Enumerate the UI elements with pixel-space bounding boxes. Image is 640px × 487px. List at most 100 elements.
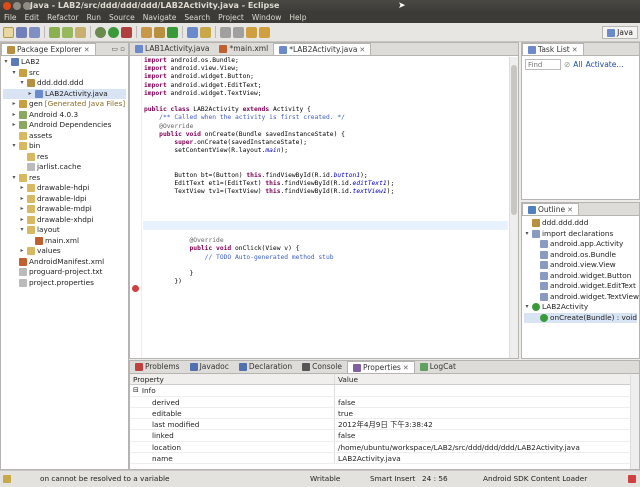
properties-scrollbar[interactable] — [630, 375, 639, 469]
scrollbar-thumb[interactable] — [511, 65, 517, 215]
new-class-icon[interactable] — [167, 26, 178, 38]
expanded-arrow-icon[interactable]: ▾ — [3, 57, 9, 68]
menu-edit[interactable]: Edit — [25, 12, 40, 23]
forward-icon[interactable] — [259, 26, 270, 38]
new-icon[interactable] — [3, 26, 14, 38]
outline-item[interactable]: android.widget.Button — [524, 271, 637, 282]
expanded-arrow-icon[interactable]: ▾ — [19, 225, 25, 236]
tree-item[interactable]: ▾ LAB2 — [3, 57, 126, 68]
code-area[interactable]: import android.os.Bundle; import android.… — [144, 57, 508, 358]
external-tools-icon[interactable] — [121, 26, 132, 38]
search-icon[interactable] — [200, 26, 211, 38]
expanded-arrow-icon[interactable]: ▾ — [11, 141, 17, 152]
task-find-input[interactable] — [525, 59, 561, 70]
minimize-window-button[interactable] — [13, 2, 21, 10]
menu-project[interactable]: Project — [218, 12, 244, 23]
close-window-button[interactable] — [3, 2, 11, 10]
editor-scrollbar[interactable] — [509, 57, 518, 358]
collapsed-arrow-icon[interactable]: ▸ — [27, 89, 33, 100]
tree-item[interactable]: AndroidManifest.xml — [3, 257, 126, 268]
property-row[interactable]: linked false — [130, 430, 639, 442]
menu-source[interactable]: Source — [109, 12, 135, 23]
android-sdk-icon[interactable] — [49, 26, 60, 38]
close-icon[interactable]: ✕ — [84, 45, 90, 55]
collapsed-arrow-icon[interactable]: ▸ — [11, 120, 17, 131]
outline-item[interactable]: onCreate(Bundle) : void — [524, 312, 637, 323]
collapsed-arrow-icon[interactable]: ▸ — [19, 204, 25, 215]
lint-icon[interactable] — [75, 26, 86, 38]
outline-item[interactable]: android.widget.EditText — [524, 281, 637, 292]
property-row[interactable]: name LAB2Activity.java — [130, 453, 639, 465]
view-menu-icon[interactable]: ▭ ▫ — [111, 45, 128, 53]
tree-item[interactable]: ▸ drawable-xhdpi — [3, 215, 126, 226]
tree-item[interactable]: ▸ drawable-hdpi — [3, 183, 126, 194]
tab-problems[interactable]: Problems — [130, 361, 185, 373]
expanded-arrow-icon[interactable]: ▾ — [11, 173, 17, 184]
outline-item[interactable]: android.view.View — [524, 260, 637, 271]
tree-item[interactable]: ▸ gen [Generated Java Files] — [3, 99, 126, 110]
menu-search[interactable]: Search — [184, 12, 210, 23]
outline-item[interactable]: ▾ import declarations — [524, 229, 637, 240]
tab-properties[interactable]: Properties ✕ — [346, 361, 415, 373]
run-icon[interactable] — [108, 26, 119, 38]
tab-package-explorer[interactable]: Package Explorer ✕ — [1, 43, 96, 55]
save-icon[interactable] — [16, 26, 27, 38]
outline-item[interactable]: android.os.Bundle — [524, 250, 637, 261]
new-package-icon[interactable] — [154, 26, 165, 38]
back-icon[interactable] — [246, 26, 257, 38]
tree-item[interactable]: jarlist.cache — [3, 162, 126, 173]
tree-item[interactable]: ▾ bin — [3, 141, 126, 152]
close-icon[interactable]: ✕ — [567, 205, 573, 215]
tree-item[interactable]: project.properties — [3, 278, 126, 289]
tree-item[interactable]: assets — [3, 131, 126, 142]
menu-refactor[interactable]: Refactor — [47, 12, 78, 23]
close-icon[interactable]: ✕ — [403, 363, 409, 373]
menu-run[interactable]: Run — [87, 12, 101, 23]
editor-tab[interactable]: LAB1Activity.java — [130, 43, 214, 55]
tab-javadoc[interactable]: Javadoc — [185, 361, 234, 373]
editor-tab[interactable]: *main.xml — [214, 43, 273, 55]
outline-item[interactable]: android.app.Activity — [524, 239, 637, 250]
property-row[interactable]: editable true — [130, 407, 639, 420]
outline-item[interactable]: ▾ LAB2Activity — [524, 302, 637, 313]
tree-item[interactable]: ▾ ddd.ddd.ddd — [3, 78, 126, 89]
tree-item[interactable]: ▸ Android Dependencies — [3, 120, 126, 131]
tree-item[interactable]: main.xml — [3, 236, 126, 247]
editor-tab[interactable]: *LAB2Activity.java ✕ — [273, 43, 372, 55]
tab-outline[interactable]: Outline ✕ — [522, 203, 580, 215]
tab-declaration[interactable]: Declaration — [234, 361, 297, 373]
save-all-icon[interactable] — [29, 26, 40, 38]
tree-item[interactable]: proguard-project.txt — [3, 267, 126, 278]
collapsed-arrow-icon[interactable]: ▸ — [11, 110, 17, 121]
tree-item[interactable]: ▸ LAB2Activity.java — [3, 88, 126, 100]
tree-item[interactable]: ▸ Android 4.0.3 — [3, 110, 126, 121]
collapsed-arrow-icon[interactable]: ▸ — [19, 215, 25, 226]
menu-help[interactable]: Help — [289, 12, 306, 23]
debug-icon[interactable] — [95, 26, 106, 38]
task-filter-all[interactable]: All — [573, 60, 582, 69]
collapsed-arrow-icon[interactable]: ▸ — [19, 246, 25, 257]
menu-window[interactable]: Window — [252, 12, 282, 23]
expanded-arrow-icon[interactable]: ▾ — [19, 78, 25, 89]
progress-icon[interactable] — [628, 475, 636, 483]
expanded-arrow-icon[interactable]: ▾ — [524, 302, 530, 313]
outline-item[interactable]: ddd.ddd.ddd — [524, 218, 637, 229]
menu-navigate[interactable]: Navigate — [143, 12, 177, 23]
close-icon[interactable]: ✕ — [359, 45, 365, 55]
tree-item[interactable]: ▸ drawable-mdpi — [3, 204, 126, 215]
clear-icon[interactable]: ⊘ — [564, 60, 570, 69]
collapsed-arrow-icon[interactable]: ▸ — [19, 183, 25, 194]
outline-item[interactable]: android.widget.TextView — [524, 292, 639, 303]
expanded-arrow-icon[interactable]: ▾ — [11, 68, 17, 79]
tree-item[interactable]: ▾ layout — [3, 225, 126, 236]
column-header-value[interactable]: Value — [335, 374, 358, 384]
tab-console[interactable]: Console — [297, 361, 347, 373]
annotation-prev-icon[interactable] — [233, 26, 244, 38]
tree-item[interactable]: ▾ src — [3, 68, 126, 79]
tab-logcat[interactable]: LogCat — [415, 361, 461, 373]
property-row[interactable]: location/home/ubuntu/workspace/LAB2/src/… — [130, 441, 639, 454]
tree-item[interactable]: res — [3, 152, 126, 163]
properties-group-row[interactable]: ⊟ Info — [130, 385, 639, 397]
avd-manager-icon[interactable] — [62, 26, 73, 38]
tab-task-list[interactable]: Task List ✕ — [522, 43, 584, 55]
